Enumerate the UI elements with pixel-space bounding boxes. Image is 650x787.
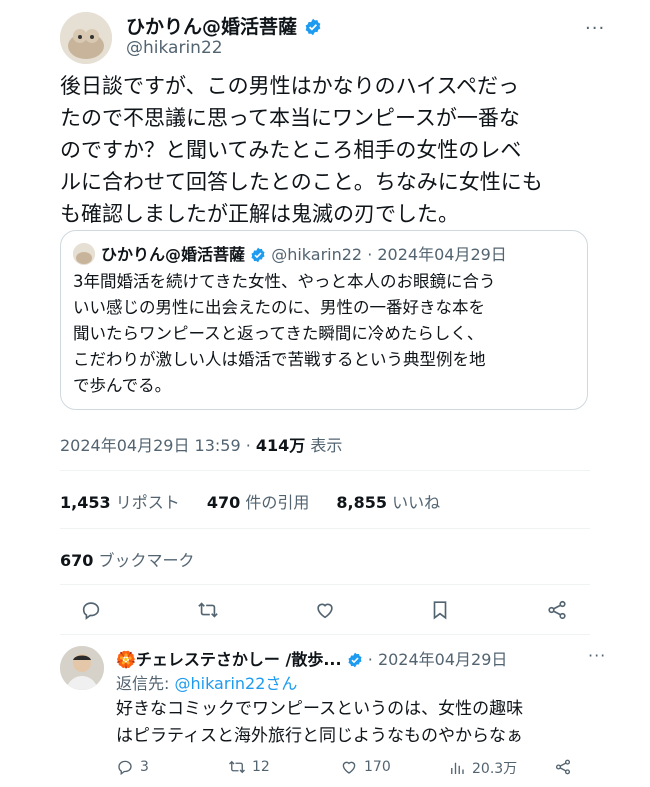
- reply-retweets-action[interactable]: 12: [228, 758, 270, 776]
- bookmarks-label: ブックマーク: [98, 551, 195, 570]
- likes-count: 8,855: [336, 493, 388, 512]
- reply-avatar[interactable]: [60, 646, 104, 690]
- more-icon[interactable]: ···: [588, 646, 606, 665]
- bookmarks-stat[interactable]: 670 ブックマーク: [60, 547, 195, 571]
- bookmark-icon[interactable]: [427, 597, 453, 623]
- tweet-timestamp-row: 2024年04月29日 13:59 · 414万 表示: [60, 432, 342, 456]
- quote-display-name: ひかりん@婚活菩薩: [101, 245, 246, 264]
- retweets-stat[interactable]: 1,453 リポスト: [60, 493, 185, 512]
- quote-handle-date: @hikarin22 · 2024年04月29日: [271, 245, 507, 264]
- quote-line: 3年間婚活を続けてきた女性、やっと本人のお眼鏡に合う: [73, 272, 496, 291]
- like-icon: [342, 761, 356, 774]
- reply-icon[interactable]: [78, 597, 104, 623]
- quote-line: こだわりが激しい人は婚活で苦戦するという典型例を地: [73, 350, 486, 369]
- tweet-line: 後日談ですが、この男性はかなりのハイスペだっ: [60, 74, 520, 98]
- more-icon[interactable]: ···: [585, 18, 605, 39]
- reply-line: 好きなコミックでワンピースというのは、女性の趣味: [116, 699, 524, 719]
- verified-badge-icon: [305, 18, 320, 36]
- reply-body: 好きなコミックでワンピースというのは、女性の趣味 はピラティスと海外旅行と同じよ…: [116, 696, 596, 750]
- tweet-line: も確認しましたが正解は鬼滅の刃でした。: [60, 202, 459, 226]
- retweet-icon: [229, 760, 245, 774]
- reply-views-action[interactable]: 20.3万: [448, 758, 517, 778]
- reply-to-row: 返信先: @hikarin22さん: [116, 670, 297, 694]
- bookmarks-count: 670: [60, 551, 94, 570]
- reply-views-count: 20.3万: [472, 761, 518, 777]
- tweet-timestamp[interactable]: 2024年04月29日 13:59 ·: [60, 436, 256, 455]
- views-label: 表示: [305, 436, 343, 455]
- verified-badge-icon: [251, 247, 265, 263]
- tweet-line: のですか？と聞いてみたところ相手の女性のレベ: [60, 138, 522, 162]
- tweet-line: ルに合わせて回答したとのこと。ちなみに女性にも: [60, 170, 543, 194]
- author-handle[interactable]: @hikarin22: [126, 38, 223, 58]
- likes-stat[interactable]: 8,855 いいね: [336, 493, 440, 512]
- quote-line: 聞いたらワンピースと返ってきた瞬間に冷めたらしく、: [73, 324, 484, 343]
- retweets-label: リポスト: [115, 493, 180, 512]
- tweet-line: たので不思議に思って本当にワンピースが一番な: [60, 106, 520, 130]
- author-display-name[interactable]: ひかりん@婚活菩薩: [126, 16, 297, 38]
- quotes-label: 件の引用: [245, 493, 310, 512]
- quote-line: いい感じの男性に出会えたのに、男性の一番好きな本を: [73, 298, 486, 317]
- retweet-icon[interactable]: [195, 597, 221, 623]
- share-icon[interactable]: [544, 597, 570, 623]
- share-icon[interactable]: [554, 758, 572, 780]
- author-name-row[interactable]: ひかりん@婚活菩薩: [126, 12, 322, 39]
- reply-replies-count: 3: [140, 759, 149, 775]
- reply-to-handle[interactable]: @hikarin22さん: [174, 674, 297, 693]
- reply-line: はピラティスと海外旅行と同じようなものやからなぁ: [116, 726, 523, 746]
- reply-likes-count: 170: [364, 759, 391, 775]
- quote-avatar: [73, 243, 95, 265]
- views-icon: [451, 762, 464, 774]
- views-count: 414万: [255, 436, 306, 455]
- reply-icon: [118, 760, 132, 776]
- reply-likes-action[interactable]: 170: [340, 758, 391, 776]
- quote-line: で歩んでる。: [73, 376, 172, 395]
- quotes-count: 470: [206, 493, 241, 512]
- reply-name-row: 🏵️チェレステさかしー /散歩... · 2024年04月29日: [116, 646, 507, 670]
- reply-date[interactable]: · 2024年04月29日: [368, 650, 508, 669]
- verified-badge-icon: [348, 652, 362, 668]
- quote-tweet[interactable]: ひかりん@婚活菩薩 @hikarin22 · 2024年04月29日 3年間婚活…: [60, 230, 588, 410]
- quotes-stat[interactable]: 470 件の引用: [207, 493, 315, 512]
- reply-retweets-count: 12: [252, 759, 270, 775]
- stats-row: 1,453 リポスト 470 件の引用 8,855 いいね: [60, 489, 440, 513]
- reply-to-label: 返信先:: [116, 674, 175, 693]
- likes-label: いいね: [392, 493, 441, 512]
- tweet-body: 後日談ですが、この男性はかなりのハイスペだっ たので不思議に思って本当にワンピー…: [60, 70, 600, 230]
- quote-body: 3年間婚活を続けてきた女性、やっと本人のお眼鏡に合う いい感じの男性に出会えたの…: [73, 269, 583, 399]
- author-avatar[interactable]: [60, 12, 112, 64]
- retweets-count: 1,453: [60, 493, 111, 512]
- reply-display-name[interactable]: 🏵️チェレステさかしー /散歩...: [116, 650, 342, 669]
- reply-replies-action[interactable]: 3: [116, 758, 149, 776]
- like-icon[interactable]: [312, 597, 338, 623]
